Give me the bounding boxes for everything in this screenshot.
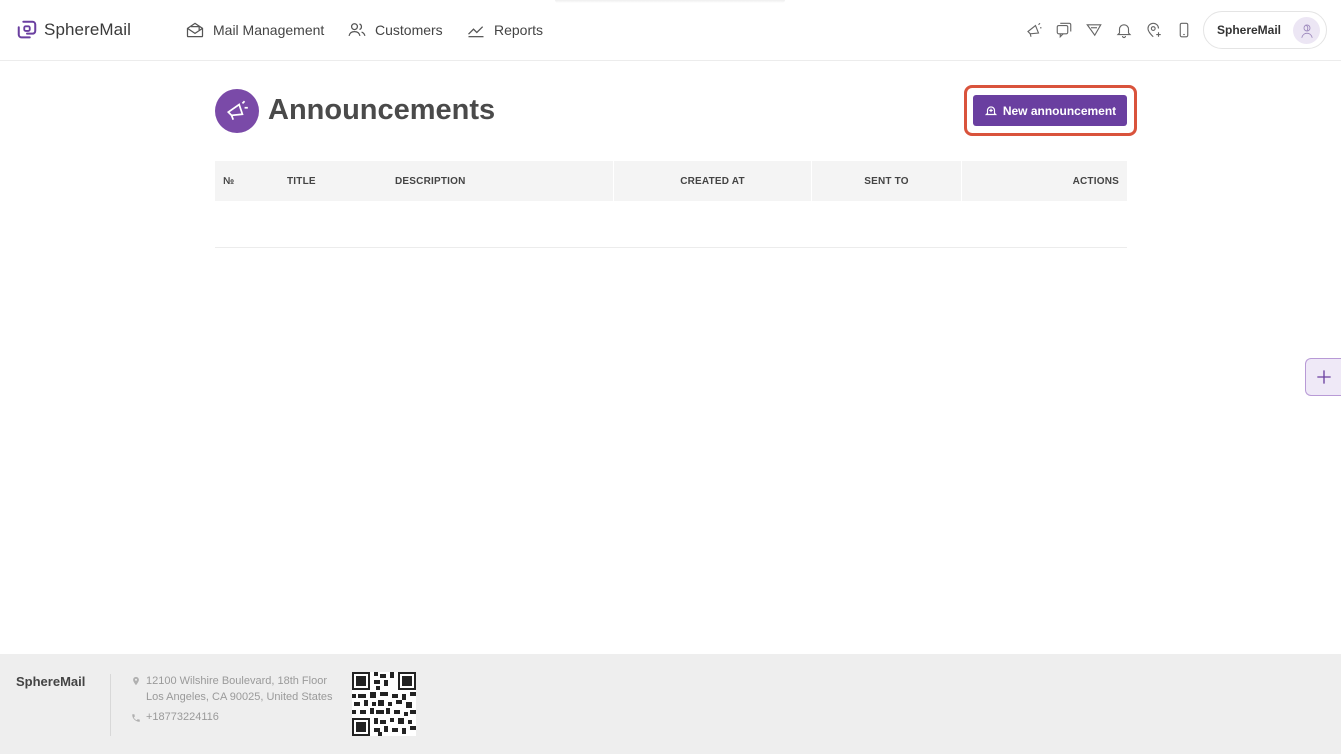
footer-address-text: 12100 Wilshire Boulevard, 18th Floor Los… <box>146 673 333 705</box>
top-drawer-handle <box>555 0 785 3</box>
column-header-created-at[interactable]: CREATED AT <box>613 161 811 201</box>
footer-address-line1: 12100 Wilshire Boulevard, 18th Floor <box>146 675 327 687</box>
nav-customers[interactable]: Customers <box>347 19 443 41</box>
location-add-icon <box>1147 22 1161 38</box>
footer-phone-text: +18773224116 <box>146 711 219 723</box>
trend-chart-icon <box>468 26 484 38</box>
plus-icon <box>1316 370 1331 384</box>
footer-address-line2: Los Angeles, CA 90025, United States <box>146 691 333 703</box>
megaphone-button[interactable] <box>1024 20 1044 40</box>
logo-text-prefix: Sphere <box>44 20 100 39</box>
floating-add-button[interactable] <box>1305 358 1341 396</box>
column-header-description[interactable]: DESCRIPTION <box>387 161 613 201</box>
user-name: SphereMail <box>1217 23 1282 37</box>
footer-divider <box>110 674 111 736</box>
footer-address: 12100 Wilshire Boulevard, 18th Floor Los… <box>131 673 333 705</box>
announcements-page-icon <box>215 89 259 133</box>
column-header-title[interactable]: TITLE <box>279 161 387 201</box>
mobile-button[interactable] <box>1174 20 1194 40</box>
filter-icon <box>1086 24 1102 37</box>
location-pin-icon <box>133 676 139 686</box>
table-header: № TITLE DESCRIPTION CREATED AT SENT TO A… <box>215 161 1127 201</box>
avatar <box>1293 17 1320 44</box>
users-icon <box>348 23 366 37</box>
top-navigation-bar: SphereMail Mail Management Customers Rep… <box>0 0 1341 61</box>
logo-icon <box>17 20 37 39</box>
announcements-table: № TITLE DESCRIPTION CREATED AT SENT TO A… <box>215 161 1127 248</box>
logo-text-suffix: Mail <box>99 20 131 39</box>
megaphone-icon <box>1027 22 1042 37</box>
table-body-empty <box>215 201 1127 248</box>
chat-icon <box>1056 22 1072 39</box>
column-header-actions: ACTIONS <box>961 161 1127 201</box>
add-location-button[interactable] <box>1144 20 1164 40</box>
nav-customers-label: Customers <box>375 22 443 38</box>
qr-code-icon[interactable] <box>352 672 416 736</box>
spheremail-logo[interactable]: SphereMail <box>16 18 131 42</box>
nav-reports[interactable]: Reports <box>466 19 543 41</box>
page-title: Announcements <box>268 94 496 126</box>
column-header-sent-to[interactable]: SENT TO <box>811 161 961 201</box>
toolbar-icons <box>1024 20 1194 40</box>
new-announcement-button[interactable]: New announcement <box>973 95 1127 126</box>
megaphone-icon <box>226 100 248 120</box>
phone-icon <box>132 714 140 722</box>
footer: SphereMail 12100 Wilshire Boulevard, 18t… <box>0 654 1341 754</box>
nav-mail-management[interactable]: Mail Management <box>185 19 324 41</box>
footer-phone[interactable]: +18773224116 <box>131 711 219 724</box>
envelope-open-icon <box>186 22 204 38</box>
filter-button[interactable] <box>1084 20 1104 40</box>
chat-button[interactable] <box>1054 20 1074 40</box>
mobile-icon <box>1179 22 1189 38</box>
new-announcement-label: New announcement <box>1002 103 1117 118</box>
nav-reports-label: Reports <box>494 22 544 38</box>
logo-text: SphereMail <box>44 20 131 40</box>
bell-icon <box>1116 24 1132 38</box>
nav-mail-management-label: Mail Management <box>213 22 325 38</box>
column-header-number[interactable]: № <box>215 161 279 201</box>
notifications-button[interactable] <box>1114 20 1134 40</box>
user-menu[interactable]: SphereMail <box>1203 11 1327 49</box>
megaphone-plus-icon <box>984 105 997 115</box>
footer-brand: SphereMail <box>16 674 86 689</box>
user-avatar-icon <box>1300 24 1313 38</box>
